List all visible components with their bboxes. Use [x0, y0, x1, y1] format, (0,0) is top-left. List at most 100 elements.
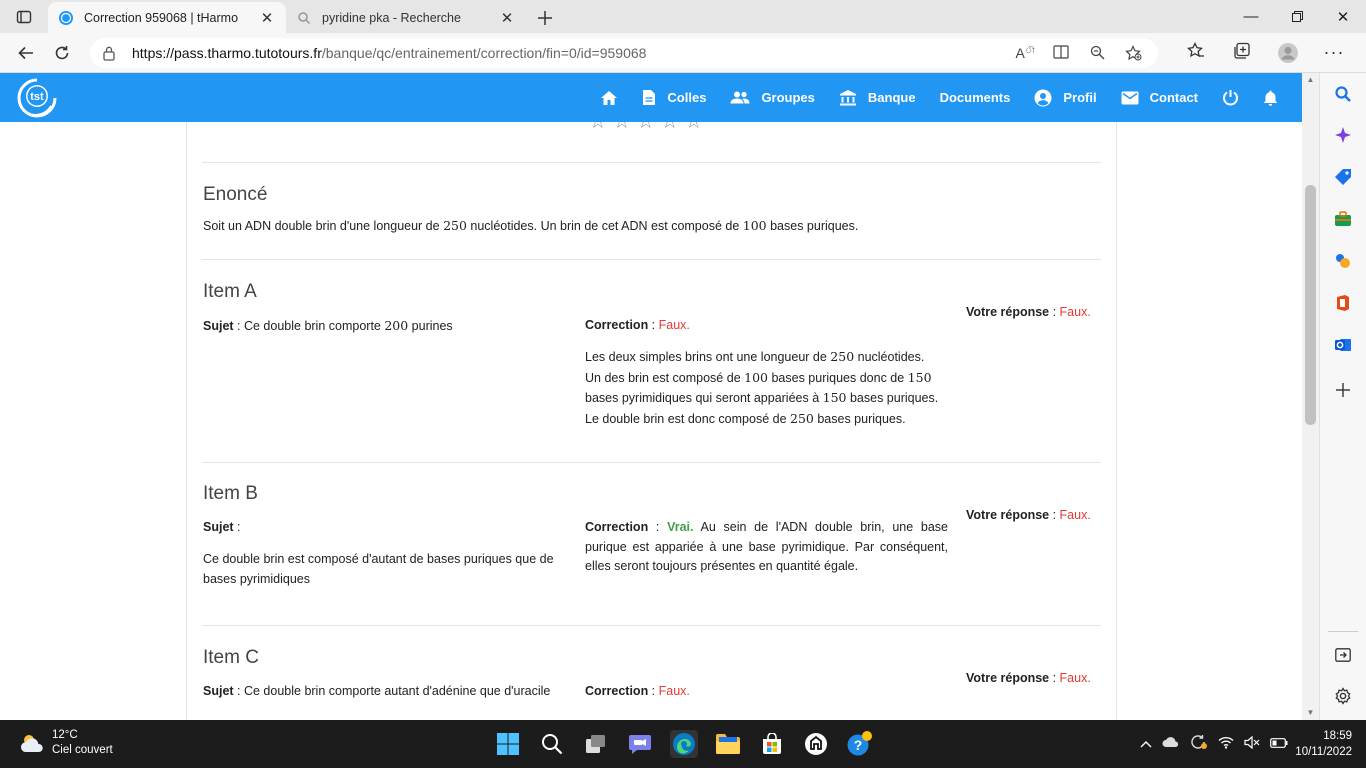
close-window-icon[interactable]: ✕: [1320, 0, 1366, 33]
home-icon: [601, 90, 618, 105]
sync-icon[interactable]: [1190, 734, 1208, 753]
logout-button[interactable]: [1210, 73, 1251, 122]
nav-banque[interactable]: Banque: [827, 73, 928, 122]
document-icon: [643, 90, 656, 105]
scroll-down-icon[interactable]: ▼: [1302, 706, 1319, 720]
help-taskbar-button[interactable]: ?: [846, 730, 874, 758]
edge-taskbar-button[interactable]: [670, 730, 698, 758]
nav-groupes[interactable]: Groupes: [718, 73, 826, 122]
sidebar-tools-icon[interactable]: [1332, 208, 1354, 230]
chevron-up-icon[interactable]: [1140, 737, 1152, 751]
clock-time: 18:59: [1323, 730, 1352, 742]
explanation-line: Un des brin est composé de 100 bases pur…: [585, 369, 932, 385]
tab-title: pyridine pka - Recherche: [322, 10, 461, 25]
edge-sidebar: [1319, 73, 1366, 720]
read-aloud-icon[interactable]: Aৗ: [1012, 45, 1038, 61]
add-favorite-icon[interactable]: [1120, 44, 1146, 61]
weather-widget[interactable]: 12°C Ciel couvert: [18, 728, 113, 758]
url-input[interactable]: https://pass.tharmo.tutotours.fr/banque/…: [90, 37, 1158, 68]
more-options-icon[interactable]: ···: [1314, 42, 1354, 64]
scroll-up-icon[interactable]: ▲: [1302, 73, 1319, 87]
sidebar-divider: [1328, 631, 1358, 632]
close-tab-icon[interactable]: ✕: [258, 9, 276, 27]
bell-icon: [1264, 90, 1277, 106]
clock-date: 10/11/2022: [1295, 746, 1352, 758]
nav-contact[interactable]: Contact: [1109, 73, 1210, 122]
folder-icon: [716, 734, 740, 754]
reader-view-icon[interactable]: [1048, 44, 1074, 61]
item-b-correction: Correction : Vrai. Au sein de l'ADN doub…: [585, 520, 948, 573]
sidebar-games-icon[interactable]: [1332, 250, 1354, 272]
item-c-votre-reponse: Votre réponse : Faux.: [966, 671, 1091, 685]
favorites-icon[interactable]: [1176, 41, 1216, 64]
divider: [202, 625, 1101, 626]
explanation-line: Le double brin est donc composé de 250 b…: [585, 410, 906, 426]
zoom-icon[interactable]: [1084, 45, 1110, 61]
item-a-sujet: Sujet : Ce double brin comporte 200 puri…: [203, 318, 453, 333]
nav-home[interactable]: [588, 73, 630, 122]
teams-chat-button[interactable]: [626, 730, 654, 758]
item-a-explanation: Les deux simples brins ont une longueur …: [585, 347, 955, 429]
tab-search[interactable]: pyridine pka - Recherche ✕: [286, 2, 526, 33]
scrollbar-thumb[interactable]: [1305, 185, 1316, 425]
site-navbar: tst Colles Groupes Banque Documents Prof…: [0, 73, 1302, 122]
wifi-icon[interactable]: [1218, 736, 1234, 752]
sidebar-outlook-icon[interactable]: [1332, 334, 1354, 356]
star-icon[interactable]: ☆: [637, 122, 655, 132]
onedrive-cloud-icon[interactable]: [1162, 736, 1180, 751]
store-bag-icon: [763, 733, 781, 754]
refresh-button[interactable]: [44, 37, 80, 69]
taskbar-clock[interactable]: 18:59 10/11/2022: [1284, 728, 1352, 760]
rating-stars[interactable]: ☆ ☆ ☆ ☆ ☆: [589, 122, 703, 132]
nav-documents[interactable]: Documents: [928, 73, 1023, 122]
sidebar-copilot-icon[interactable]: [1332, 124, 1354, 146]
profile-avatar-icon[interactable]: [1268, 42, 1308, 64]
arrow-left-icon: [18, 46, 33, 59]
tab-correction[interactable]: Correction 959068 | tHarmo ✕: [48, 2, 286, 33]
minimize-icon[interactable]: —: [1228, 0, 1274, 33]
collections-icon[interactable]: [1222, 42, 1262, 64]
file-explorer-button[interactable]: [714, 730, 742, 758]
new-tab-button[interactable]: [530, 2, 560, 33]
item-a-correction: Correction : Faux.: [585, 318, 690, 332]
page-content: ☆ ☆ ☆ ☆ ☆ Enoncé Soit un ADN double brin…: [0, 122, 1302, 720]
system-tray: [1140, 734, 1288, 753]
sidebar-office-icon[interactable]: [1332, 292, 1354, 314]
close-tab-icon[interactable]: ✕: [498, 9, 516, 27]
item-b-votre-reponse: Votre réponse : Faux.: [966, 508, 1091, 522]
refresh-icon: [55, 45, 69, 59]
star-icon[interactable]: ☆: [661, 122, 679, 132]
star-icon[interactable]: ☆: [589, 122, 607, 132]
store-button[interactable]: [758, 730, 786, 758]
svg-text:tst: tst: [30, 91, 44, 103]
lock-icon[interactable]: [102, 45, 118, 61]
nav-profil[interactable]: Profil: [1022, 73, 1108, 122]
star-icon[interactable]: ☆: [613, 122, 631, 132]
enonce-title: Enoncé: [203, 184, 268, 205]
sidebar-add-icon[interactable]: [1332, 379, 1354, 401]
task-view-button[interactable]: [582, 730, 610, 758]
sidebar-split-icon[interactable]: [1332, 644, 1354, 666]
item-b-title: Item B: [203, 483, 258, 504]
start-button[interactable]: [494, 730, 522, 758]
page-scrollbar[interactable]: ▲ ▼: [1302, 73, 1319, 720]
weather-temperature: 12°C: [52, 729, 78, 741]
maximize-icon[interactable]: [1274, 0, 1320, 33]
volume-muted-icon[interactable]: [1244, 735, 1260, 752]
item-c-sujet: Sujet : Ce double brin comporte autant d…: [203, 684, 551, 698]
browser-tab-bar: Correction 959068 | tHarmo ✕ pyridine pk…: [0, 0, 1366, 33]
group-icon: [730, 91, 750, 104]
back-button[interactable]: [8, 37, 44, 69]
app-taskbar-button[interactable]: [802, 730, 830, 758]
nav-colles[interactable]: Colles: [630, 73, 718, 122]
tab-actions-button[interactable]: [0, 0, 48, 33]
sidebar-search-icon[interactable]: [1332, 83, 1354, 105]
sidebar-shopping-icon[interactable]: [1332, 166, 1354, 188]
mail-icon: [1121, 91, 1139, 104]
item-c-title: Item C: [203, 647, 259, 668]
taskbar-search-button[interactable]: [538, 730, 566, 758]
tharmo-logo-icon[interactable]: tst: [14, 77, 60, 119]
notifications-button[interactable]: [1251, 73, 1290, 122]
star-icon[interactable]: ☆: [685, 122, 703, 132]
sidebar-settings-icon[interactable]: [1332, 685, 1354, 707]
